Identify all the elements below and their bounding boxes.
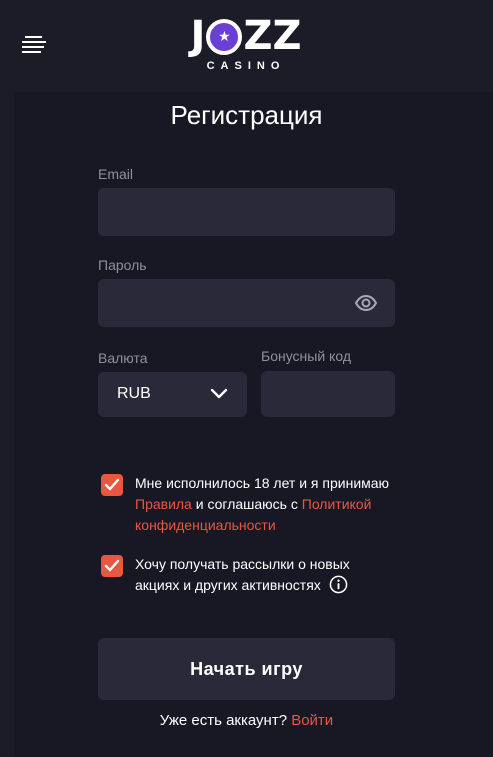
eye-icon[interactable] [354,291,378,315]
newsletter-line2: акциях и других активностях [135,577,321,593]
logo-wordmark: JZZ [190,14,302,58]
roulette-chip-icon [206,19,243,55]
chevron-down-icon[interactable] [209,386,229,402]
logo[interactable]: JZZ CASINO [190,14,302,76]
currency-value: RUB [117,385,151,402]
hamburger-menu-icon[interactable] [22,36,50,58]
bonus-code-label: Бонусный код [261,348,351,364]
terms-text-before: Мне исполнилось 18 лет и я принимаю [135,475,390,491]
currency-label: Валюта [98,350,148,366]
email-label: Email [98,166,134,182]
logo-subtext: CASINO [206,60,286,72]
newsletter-line1: Хочу получать рассылки о новых [135,556,350,572]
terms-text-middle: и соглашаюсь с [191,496,302,512]
terms-checkbox[interactable] [101,474,123,496]
terms-text: Мне исполнилось 18 лет и я принимаю Прав… [135,473,405,536]
info-icon[interactable] [329,575,348,594]
password-input[interactable] [98,279,395,327]
password-label: Пароль [98,257,147,273]
start-game-button[interactable]: Начать игру [98,638,395,700]
login-prompt-text: Уже есть аккаунт? [159,712,292,729]
email-input[interactable] [98,188,395,236]
checkmark-icon [104,559,120,572]
rules-link[interactable]: Правила [135,496,192,512]
checkmark-icon [104,478,120,491]
bonus-code-input[interactable] [261,371,395,417]
login-prompt: Уже есть аккаунт? Войти [0,711,493,731]
newsletter-checkbox[interactable] [101,555,123,577]
privacy-link-part1[interactable]: Политикой [302,496,372,512]
privacy-link-part2[interactable]: конфиденциальности [135,517,276,533]
login-link[interactable]: Войти [291,712,333,729]
newsletter-text: Хочу получать рассылки о новых акциях и … [135,554,405,596]
registration-page: JZZ CASINO Регистрация Email Пароль Валю… [0,0,493,757]
page-title: Регистрация [170,100,323,130]
